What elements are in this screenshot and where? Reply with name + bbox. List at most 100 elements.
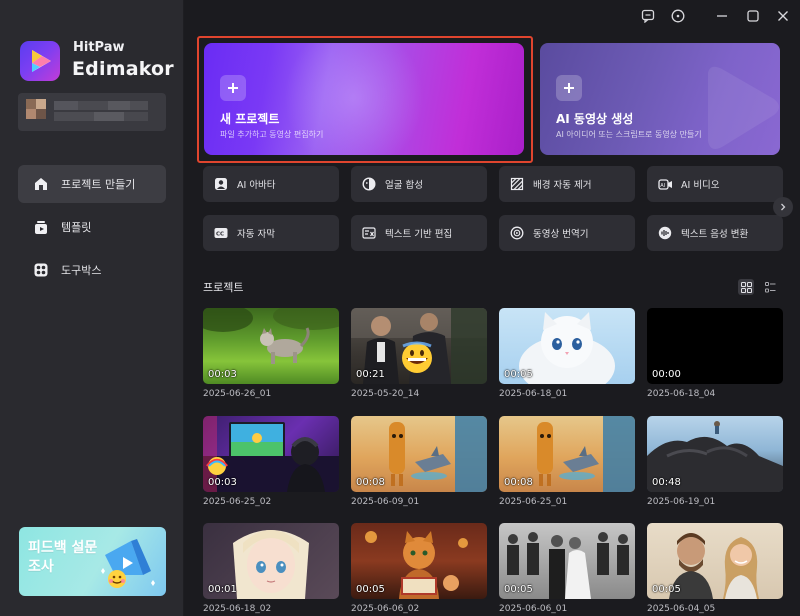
banner-text: 피드백 설문조사 xyxy=(28,540,98,575)
project-name: 2025-06-09_01 xyxy=(351,497,420,507)
sidebar-item-label: 도구박스 xyxy=(61,264,102,277)
chevron-right-icon xyxy=(781,203,786,211)
project-card[interactable]: 00:01 2025-06-18_02 xyxy=(203,523,339,614)
svg-text:CC: CC xyxy=(216,232,224,238)
project-thumbnail[interactable]: 00:03 xyxy=(203,416,339,492)
ai-video-subtitle: AI 아이디어 또는 스크립트로 동영상 만들기 xyxy=(556,130,702,139)
new-project-subtitle: 파일 추가하고 동영상 편집하기 xyxy=(220,130,324,139)
ai-video-generation-card[interactable]: AI 동영상 생성 AI 아이디어 또는 스크립트로 동영상 만들기 xyxy=(540,43,780,155)
sidebar-item-templates[interactable]: 템플릿 xyxy=(18,208,166,246)
project-duration: 00:00 xyxy=(652,369,681,380)
projects-section-title: 프로젝트 xyxy=(203,281,244,294)
tool-face-swap[interactable]: 얼굴 합성 xyxy=(351,166,487,202)
project-card[interactable]: 00:03 2025-06-26_01 xyxy=(203,308,339,399)
info-icon[interactable] xyxy=(669,7,687,25)
feedback-icon[interactable] xyxy=(639,7,657,25)
ai-video-icon: AI xyxy=(657,176,673,192)
project-thumbnail[interactable]: 00:05 xyxy=(351,523,487,599)
svg-text:AI: AI xyxy=(660,183,665,189)
tool-label: 동영상 번역기 xyxy=(533,229,589,240)
brand-name: Edimakor xyxy=(72,58,174,80)
minimize-icon[interactable] xyxy=(713,7,731,25)
project-card[interactable]: 00:21 2025-05-20_14 xyxy=(351,308,487,399)
project-card[interactable]: 00:03 2025-06-25_02 xyxy=(203,416,339,507)
project-card[interactable]: 00:05 2025-06-06_02 xyxy=(351,523,487,614)
project-duration: 00:48 xyxy=(652,477,681,488)
close-icon[interactable] xyxy=(774,7,792,25)
sidebar: HitPaw Edimakor 프로젝트 만들기 템플릿 도구박스 피드백 설문… xyxy=(0,0,184,616)
new-project-card[interactable]: 새 프로젝트 파일 추가하고 동영상 편집하기 xyxy=(204,43,524,155)
text-edit-icon xyxy=(361,225,377,241)
project-card[interactable]: 00:05 2025-06-04_05 xyxy=(647,523,783,614)
project-card[interactable]: 00:05 2025-06-06_01 xyxy=(499,523,635,614)
plus-icon xyxy=(220,75,246,101)
project-name: 2025-06-19_01 xyxy=(647,497,716,507)
tool-label: 얼굴 합성 xyxy=(385,180,423,191)
project-thumbnail[interactable]: 00:08 xyxy=(499,416,635,492)
sidebar-item-toolbox[interactable]: 도구박스 xyxy=(18,251,166,289)
project-duration: 00:08 xyxy=(504,477,533,488)
project-card[interactable]: 00:00 2025-06-18_04 xyxy=(647,308,783,399)
list-view-icon[interactable] xyxy=(762,279,778,295)
background-remove-icon xyxy=(509,176,525,192)
project-thumbnail[interactable]: 00:05 xyxy=(647,523,783,599)
project-thumbnail[interactable]: 00:05 xyxy=(499,308,635,384)
tools-scroll-right-button[interactable] xyxy=(773,197,793,217)
translate-icon xyxy=(509,225,525,241)
plus-icon xyxy=(556,75,582,101)
tool-background-remove[interactable]: 배경 자동 제거 xyxy=(499,166,635,202)
project-name: 2025-06-26_01 xyxy=(203,389,272,399)
text-to-speech-icon xyxy=(657,225,673,241)
tool-ai-video[interactable]: AI AI 비디오 xyxy=(647,166,783,202)
project-card[interactable]: 00:48 2025-06-19_01 xyxy=(647,416,783,507)
project-thumbnail[interactable]: 00:08 xyxy=(351,416,487,492)
project-name: 2025-06-25_01 xyxy=(499,497,568,507)
project-thumbnail[interactable]: 00:21 xyxy=(351,308,487,384)
project-name: 2025-06-18_04 xyxy=(647,389,716,399)
brand-name-small: HitPaw xyxy=(73,40,125,55)
maximize-icon[interactable] xyxy=(744,7,762,25)
new-project-title: 새 프로젝트 xyxy=(220,112,280,126)
tool-ai-avatar[interactable]: AI 아바타 xyxy=(203,166,339,202)
template-icon xyxy=(32,218,50,236)
project-card[interactable]: 00:08 2025-06-09_01 xyxy=(351,416,487,507)
project-thumbnail[interactable]: 00:01 xyxy=(203,523,339,599)
tool-text-based-editing[interactable]: 텍스트 기반 편집 xyxy=(351,215,487,251)
project-name: 2025-06-06_01 xyxy=(499,604,568,614)
play-watermark-icon xyxy=(708,66,779,149)
tool-label: 텍스트 음성 변환 xyxy=(681,229,749,240)
subtitle-icon: CC xyxy=(213,225,229,241)
tool-video-translator[interactable]: 동영상 번역기 xyxy=(499,215,635,251)
sidebar-item-label: 템플릿 xyxy=(61,221,92,234)
project-duration: 00:03 xyxy=(208,369,237,380)
tool-text-to-speech[interactable]: 텍스트 음성 변환 xyxy=(647,215,783,251)
toolbox-icon xyxy=(32,261,50,279)
project-duration: 00:21 xyxy=(356,369,385,380)
project-thumbnail[interactable]: 00:05 xyxy=(499,523,635,599)
tool-auto-subtitle[interactable]: CC 자동 자막 xyxy=(203,215,339,251)
tool-label: 자동 자막 xyxy=(237,229,275,240)
edimakor-logo xyxy=(20,41,60,81)
project-thumbnail[interactable]: 00:48 xyxy=(647,416,783,492)
project-duration: 00:08 xyxy=(356,477,385,488)
project-thumbnail[interactable]: 00:00 xyxy=(647,308,783,384)
feedback-survey-banner[interactable]: 피드백 설문조사 xyxy=(19,527,166,596)
project-duration: 00:05 xyxy=(652,584,681,595)
project-thumbnail[interactable]: 00:03 xyxy=(203,308,339,384)
project-duration: 00:01 xyxy=(208,584,237,595)
tool-label: AI 비디오 xyxy=(681,180,720,191)
project-duration: 00:03 xyxy=(208,477,237,488)
tool-label: 텍스트 기반 편집 xyxy=(385,229,453,240)
account-info-blurred[interactable] xyxy=(18,93,166,131)
project-name: 2025-06-04_05 xyxy=(647,604,716,614)
project-card[interactable]: 00:08 2025-06-25_01 xyxy=(499,416,635,507)
sidebar-item-label: 프로젝트 만들기 xyxy=(61,178,136,191)
ai-video-title: AI 동영상 생성 xyxy=(556,112,634,126)
project-duration: 00:05 xyxy=(504,584,533,595)
project-name: 2025-06-18_01 xyxy=(499,389,568,399)
project-card[interactable]: 00:05 2025-06-18_01 xyxy=(499,308,635,399)
sidebar-item-create-project[interactable]: 프로젝트 만들기 xyxy=(18,165,166,203)
grid-view-icon[interactable] xyxy=(738,279,754,295)
project-name: 2025-05-20_14 xyxy=(351,389,420,399)
project-name: 2025-06-06_02 xyxy=(351,604,420,614)
